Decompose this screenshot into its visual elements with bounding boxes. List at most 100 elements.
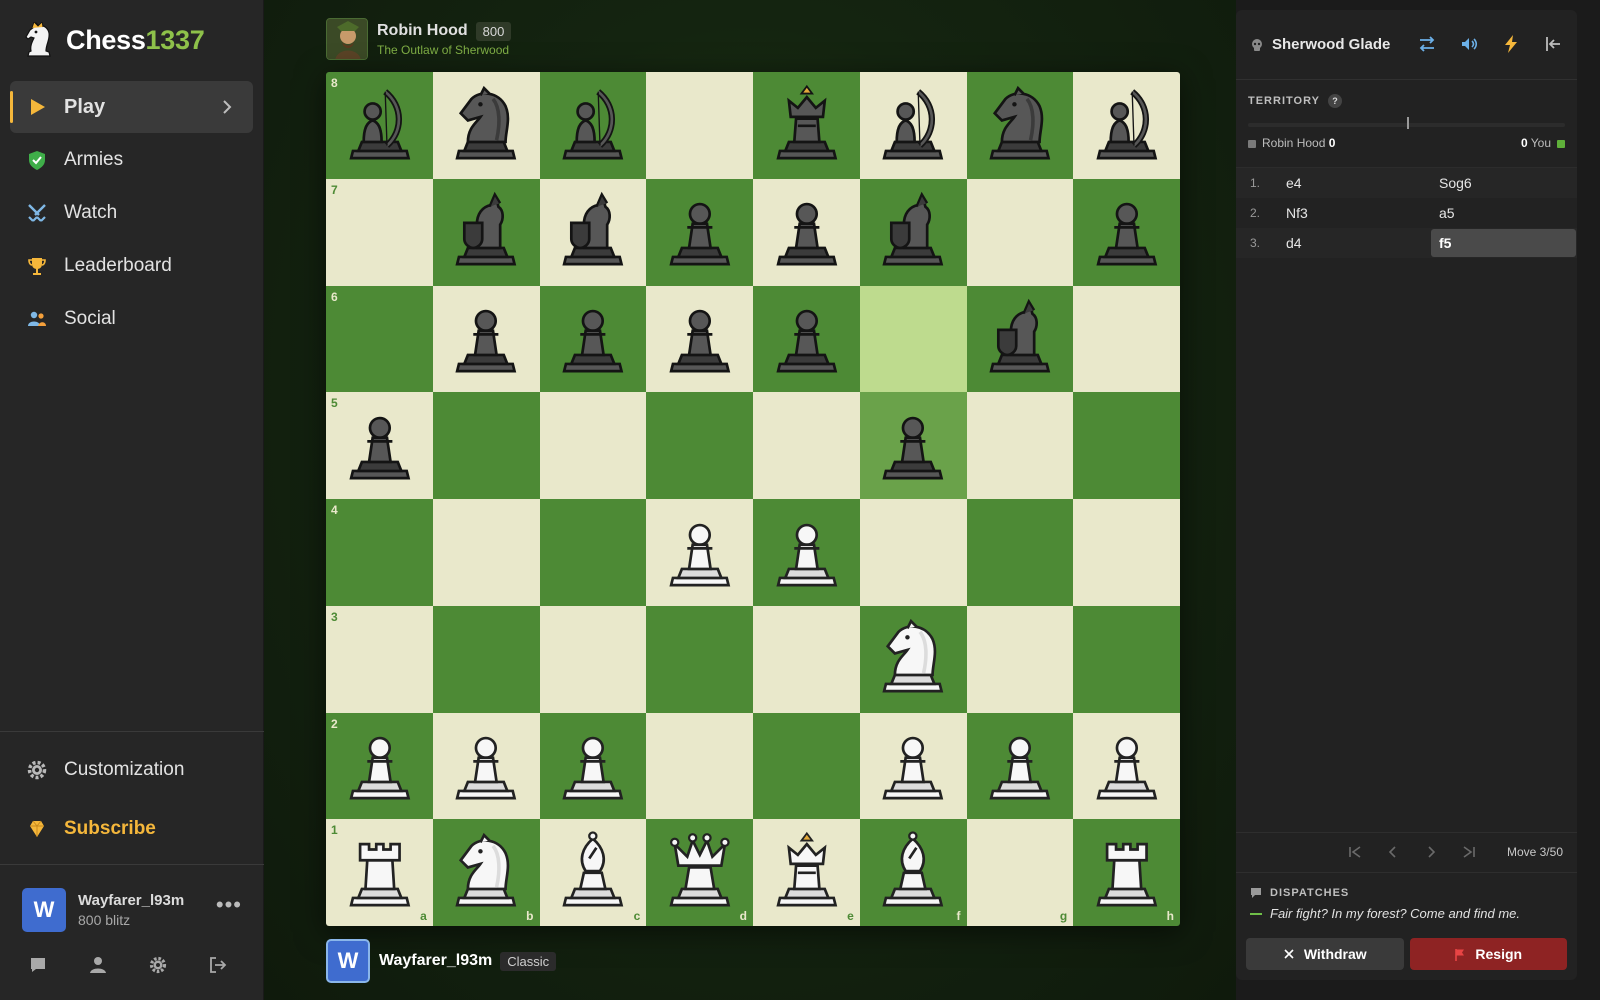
black-pawn-piece[interactable] bbox=[762, 294, 852, 384]
square-f2[interactable] bbox=[859, 712, 967, 820]
square-b1[interactable]: b bbox=[432, 819, 540, 926]
black-knight-piece[interactable] bbox=[441, 81, 531, 171]
help-icon[interactable]: ? bbox=[1327, 94, 1342, 108]
square-f8[interactable] bbox=[859, 72, 967, 179]
nav-customization[interactable]: Customization bbox=[10, 741, 253, 799]
profile-icon[interactable] bbox=[88, 955, 108, 975]
square-g4[interactable] bbox=[966, 499, 1074, 606]
white-pawn-piece[interactable] bbox=[975, 721, 1065, 811]
square-e1[interactable]: e bbox=[753, 819, 860, 926]
sound-icon[interactable] bbox=[1459, 34, 1479, 54]
more-options-icon[interactable]: ••• bbox=[216, 894, 242, 916]
square-h4[interactable] bbox=[1073, 499, 1180, 606]
move-white[interactable]: Nf3 bbox=[1286, 199, 1431, 227]
square-c3[interactable] bbox=[539, 605, 647, 713]
resign-button[interactable]: Resign bbox=[1409, 938, 1567, 970]
white-rook-piece[interactable] bbox=[1082, 828, 1172, 918]
square-e2[interactable] bbox=[753, 712, 860, 820]
square-f5[interactable] bbox=[859, 392, 967, 499]
white-pawn-piece[interactable] bbox=[548, 721, 638, 811]
square-d8[interactable] bbox=[646, 72, 753, 179]
square-a1[interactable]: 1a bbox=[326, 819, 433, 926]
white-pawn-piece[interactable] bbox=[762, 508, 852, 598]
square-g3[interactable] bbox=[966, 605, 1074, 713]
move-black[interactable]: Sog6 bbox=[1431, 169, 1576, 197]
square-d4[interactable] bbox=[646, 499, 753, 606]
white-pawn-piece[interactable] bbox=[441, 721, 531, 811]
white-queen-piece[interactable] bbox=[655, 828, 745, 918]
black-pawn-piece[interactable] bbox=[868, 401, 958, 491]
black-pawn-piece[interactable] bbox=[762, 187, 852, 277]
next-move-icon[interactable] bbox=[1423, 844, 1439, 860]
square-h1[interactable]: h bbox=[1073, 819, 1180, 926]
nav-leaderboard[interactable]: Leaderboard bbox=[10, 240, 253, 292]
square-h8[interactable] bbox=[1073, 72, 1180, 179]
square-d6[interactable] bbox=[646, 285, 753, 393]
white-bishop-piece[interactable] bbox=[548, 828, 638, 918]
square-d1[interactable]: d bbox=[646, 819, 753, 926]
flip-board-icon[interactable] bbox=[1417, 34, 1437, 54]
square-h7[interactable] bbox=[1073, 178, 1180, 286]
square-h3[interactable] bbox=[1073, 605, 1180, 713]
settings-icon[interactable] bbox=[148, 955, 168, 975]
square-a5[interactable]: 5 bbox=[326, 392, 433, 499]
black-pawn-piece[interactable] bbox=[655, 187, 745, 277]
square-e6[interactable] bbox=[753, 285, 860, 393]
nav-watch[interactable]: Watch bbox=[10, 187, 253, 239]
square-a6[interactable]: 6 bbox=[326, 285, 433, 393]
square-c6[interactable] bbox=[539, 285, 647, 393]
black-archer-piece[interactable] bbox=[548, 81, 638, 171]
square-g5[interactable] bbox=[966, 392, 1074, 499]
nav-play[interactable]: Play bbox=[10, 81, 253, 133]
square-h5[interactable] bbox=[1073, 392, 1180, 499]
black-pawn-piece[interactable] bbox=[1082, 187, 1172, 277]
black-pawn-piece[interactable] bbox=[548, 294, 638, 384]
white-knight-piece[interactable] bbox=[441, 828, 531, 918]
black-guard-piece[interactable] bbox=[868, 187, 958, 277]
black-pawn-piece[interactable] bbox=[655, 294, 745, 384]
first-move-icon[interactable] bbox=[1347, 844, 1363, 860]
square-b3[interactable] bbox=[432, 605, 540, 713]
square-f6[interactable] bbox=[859, 285, 967, 393]
square-h6[interactable] bbox=[1073, 285, 1180, 393]
square-a3[interactable]: 3 bbox=[326, 605, 433, 713]
black-archer-piece[interactable] bbox=[335, 81, 425, 171]
black-knight-piece[interactable] bbox=[975, 81, 1065, 171]
black-king-piece[interactable] bbox=[762, 81, 852, 171]
last-move-icon[interactable] bbox=[1461, 844, 1477, 860]
prev-move-icon[interactable] bbox=[1385, 844, 1401, 860]
lightning-icon[interactable] bbox=[1501, 34, 1521, 54]
chevron-right-icon[interactable] bbox=[217, 97, 237, 117]
chess-board[interactable]: 87654321abcdefgh bbox=[326, 72, 1180, 926]
player-avatar[interactable]: W bbox=[326, 939, 370, 983]
square-d7[interactable] bbox=[646, 178, 753, 286]
square-e3[interactable] bbox=[753, 605, 860, 713]
move-black[interactable]: f5 bbox=[1431, 229, 1576, 257]
black-guard-piece[interactable] bbox=[548, 187, 638, 277]
white-pawn-piece[interactable] bbox=[335, 721, 425, 811]
square-f4[interactable] bbox=[859, 499, 967, 606]
square-f3[interactable] bbox=[859, 605, 967, 713]
move-white[interactable]: e4 bbox=[1286, 169, 1431, 197]
white-pawn-piece[interactable] bbox=[1082, 721, 1172, 811]
square-b7[interactable] bbox=[432, 178, 540, 286]
black-guard-piece[interactable] bbox=[441, 187, 531, 277]
move-black[interactable]: a5 bbox=[1431, 199, 1576, 227]
square-f7[interactable] bbox=[859, 178, 967, 286]
white-knight-piece[interactable] bbox=[868, 614, 958, 704]
square-e7[interactable] bbox=[753, 178, 860, 286]
square-c2[interactable] bbox=[539, 712, 647, 820]
square-b8[interactable] bbox=[432, 72, 540, 179]
square-c7[interactable] bbox=[539, 178, 647, 286]
square-d5[interactable] bbox=[646, 392, 753, 499]
chat-icon[interactable] bbox=[28, 955, 48, 975]
square-b5[interactable] bbox=[432, 392, 540, 499]
black-archer-piece[interactable] bbox=[868, 81, 958, 171]
square-a2[interactable]: 2 bbox=[326, 712, 433, 820]
square-e8[interactable] bbox=[753, 72, 860, 179]
square-b2[interactable] bbox=[432, 712, 540, 820]
black-pawn-piece[interactable] bbox=[441, 294, 531, 384]
square-a7[interactable]: 7 bbox=[326, 178, 433, 286]
black-pawn-piece[interactable] bbox=[335, 401, 425, 491]
square-c1[interactable]: c bbox=[539, 819, 647, 926]
